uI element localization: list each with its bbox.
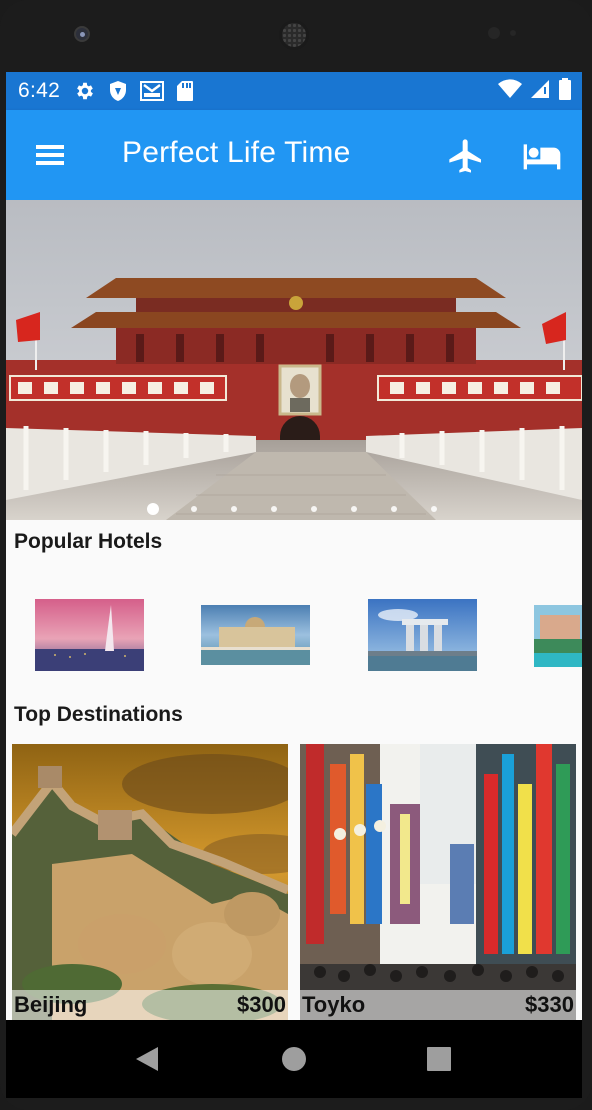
carousel-dot[interactable] <box>431 506 437 512</box>
sd-card-icon <box>176 80 194 102</box>
tiananmen-image <box>6 200 582 520</box>
destination-caption: Beijing $300 <box>12 990 288 1020</box>
carousel-dot[interactable] <box>351 506 357 512</box>
hotel-thumbnail[interactable] <box>534 605 582 667</box>
carousel-dot[interactable] <box>231 506 237 512</box>
carousel-dot[interactable] <box>271 506 277 512</box>
earpiece-speaker <box>279 20 309 50</box>
front-camera <box>74 26 90 42</box>
destination-name: Beijing <box>14 992 88 1017</box>
app-bar: Perfect Life Time <box>6 110 582 200</box>
hotel-bed-icon <box>523 144 561 170</box>
shield-icon <box>108 80 128 102</box>
popular-hotels-heading: Popular Hotels <box>14 530 163 553</box>
carousel-dot-active[interactable] <box>147 503 159 515</box>
back-icon[interactable] <box>132 1044 162 1074</box>
destination-card[interactable]: Beijing $300 <box>12 744 288 1020</box>
tokyo-street-image <box>300 744 576 1020</box>
hotel-thumbnail[interactable] <box>35 599 144 671</box>
destination-name: Toyko <box>302 992 366 1017</box>
flight-icon <box>449 139 481 173</box>
gmail-icon <box>140 81 165 101</box>
featured-carousel[interactable] <box>6 200 582 520</box>
destination-caption: Toyko $330 <box>300 990 576 1020</box>
screen: 6:42 Perfect Life Time Popular Hotels To… <box>6 72 582 1020</box>
battery-icon <box>558 77 572 105</box>
hotel-thumbnail[interactable] <box>368 599 477 671</box>
device-frame: 6:42 Perfect Life Time Popular Hotels To… <box>0 0 592 1110</box>
carousel-dot[interactable] <box>391 506 397 512</box>
carousel-indicators <box>6 502 582 516</box>
app-title: Perfect Life Time <box>122 136 351 169</box>
menu-icon <box>36 145 64 149</box>
light-sensor <box>510 30 516 36</box>
carousel-dot[interactable] <box>191 506 197 512</box>
recents-icon[interactable] <box>424 1044 454 1074</box>
proximity-sensor <box>488 27 500 39</box>
flight-button[interactable] <box>446 136 486 176</box>
top-destinations-heading: Top Destinations <box>14 703 183 726</box>
navigation-bar <box>6 1020 582 1098</box>
hotel-thumbnail[interactable] <box>201 605 310 665</box>
destination-card[interactable]: Toyko $330 <box>300 744 576 1020</box>
hotel-button[interactable] <box>522 138 564 178</box>
destination-price: $300 <box>237 992 286 1017</box>
home-icon[interactable] <box>279 1044 309 1074</box>
great-wall-image <box>12 744 288 1020</box>
wifi-icon <box>498 78 522 104</box>
signal-icon <box>530 79 550 104</box>
menu-button[interactable] <box>34 141 68 169</box>
popular-hotels-list[interactable] <box>6 596 582 676</box>
destination-price: $330 <box>525 992 574 1017</box>
carousel-dot[interactable] <box>311 506 317 512</box>
status-time: 6:42 <box>18 79 61 102</box>
gear-icon <box>74 80 96 102</box>
status-bar: 6:42 <box>6 72 582 110</box>
